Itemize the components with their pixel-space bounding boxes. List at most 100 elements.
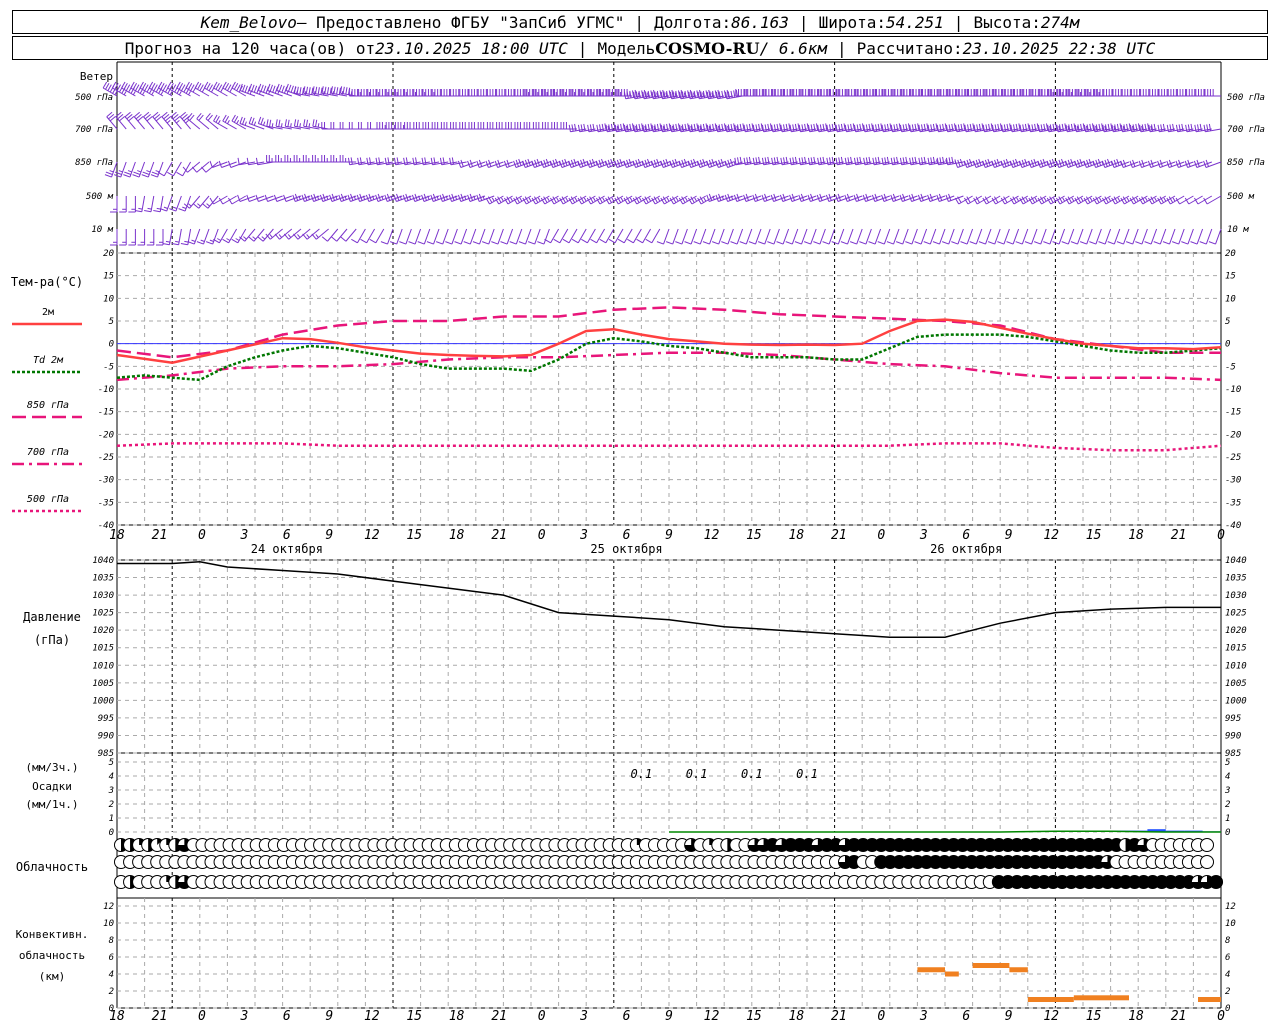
wind-barb-half-feather [227,120,230,124]
wind-barb-half-feather [244,121,247,126]
wind-barb [367,89,384,97]
wind-barb-feather [231,81,236,89]
wind-barb-feather [932,241,940,245]
pressure-axis-tick-label-right: 1020 [1225,626,1247,636]
wind-barb [440,89,458,97]
wind-barb-half-feather [1034,197,1038,202]
wind-barb [790,89,807,97]
convective-cloud-bar [1027,997,1074,1002]
wind-barb-feather [491,241,499,245]
wind-barb [266,155,283,163]
wind-barb-feather [739,241,747,245]
wind-barb-feather [733,90,736,98]
wind-barb-staff [577,228,587,244]
wind-barb-feather [571,124,574,132]
wind-barb [864,89,881,97]
day-label: 26 октября [930,542,1002,556]
wind-barb-half-feather [620,197,624,202]
temperature-legend-label: 850 гПа [27,400,69,411]
convective-axis-tick-label-left: 10 [103,919,114,929]
x-tick-label-bottom: 6 [962,1009,970,1024]
wind-barb [505,122,522,130]
precipitation-axis-tick-label-left: 4 [109,772,114,782]
wind-barb [597,89,614,97]
wind-barb-feather [767,241,775,245]
wind-barb-feather [187,241,195,245]
wind-barb [321,228,339,242]
wind-barb [956,89,973,97]
wind-barb [1029,89,1047,97]
wind-barb [992,89,1010,97]
wind-barb-feather [222,238,229,244]
wind-barb-feather [305,86,309,94]
wind-barb [645,228,661,244]
wind-barb [369,228,385,244]
wind-barb-feather [107,84,112,91]
wind-barb-feather [293,119,297,127]
wind-barb-half-feather [1071,197,1075,202]
wind-barb-feather [574,123,577,131]
wind-barb-feather [693,241,701,245]
wind-barb-feather [263,85,267,93]
cloud-title: Облачность [16,860,88,874]
wind-barb [477,122,495,130]
wind-barb [827,89,844,97]
wind-barb-half-feather [528,197,532,202]
convective-title: (км) [39,970,66,983]
wind-barb-half-feather [263,121,266,126]
x-tick-label-bottom: 18 [789,1009,805,1024]
wind-barb [128,196,136,213]
wind-barb-feather [518,241,526,245]
wind-barb-feather [303,86,306,94]
convective-axis-tick-label-left: 2 [109,987,114,997]
wind-barb-feather [278,119,281,127]
wind-barb [376,89,393,97]
wind-barb [1002,89,1019,97]
pressure-axis-tick-label-left: 1020 [92,626,114,636]
wind-barb-feather [251,84,255,92]
wind-barb [1195,89,1212,97]
wind-barb [124,111,136,130]
wind-barb-feather [399,241,407,245]
wind-barb-half-feather [252,236,256,240]
wind-barb-feather [684,241,692,245]
x-tick-label-bottom: 21 [831,1009,847,1024]
wind-barb-feather [317,87,320,95]
x-tick-label-temp: 18 [789,528,805,543]
wind-barb [724,158,743,168]
x-tick-label-temp: 15 [1086,528,1102,543]
wind-barb [928,89,945,97]
wind-barb-feather [139,81,144,89]
wind-barb-feather [194,81,200,89]
wind-barb-half-feather [253,121,257,126]
wind-barb [560,89,577,97]
wind-barb [468,89,485,97]
wind-barb [367,122,384,130]
wind-barb-feather [269,84,273,92]
pressure-axis-tick-label-right: 990 [1225,731,1241,741]
wind-barb-feather [224,83,230,90]
wind-barb-feather [227,84,232,91]
wind-barb-half-feather [574,197,578,202]
cloud-cover-circle [1200,855,1214,869]
wind-barb-feather [217,84,223,91]
wind-barb-half-feather [1043,197,1047,202]
wind-barb-feather [1171,241,1179,245]
wind-barb [1057,89,1074,97]
wind-barb-half-feather [182,206,187,209]
wind-barb-half-feather [137,170,142,173]
wind-barb [1048,89,1065,97]
wind-barb [171,228,182,246]
wind-barb-feather [435,241,443,245]
wind-barb [187,113,201,130]
wind-barb [311,228,329,240]
x-tick-label-bottom: 0 [198,1009,206,1024]
wind-barb [302,155,320,163]
wind-barb-feather [185,81,190,89]
wind-barb [514,122,531,130]
wind-barb [265,228,283,240]
wind-barb [468,122,485,130]
wind-barb-half-feather [1154,197,1158,202]
wind-barb-feather [905,241,913,245]
wind-barb [193,195,210,209]
